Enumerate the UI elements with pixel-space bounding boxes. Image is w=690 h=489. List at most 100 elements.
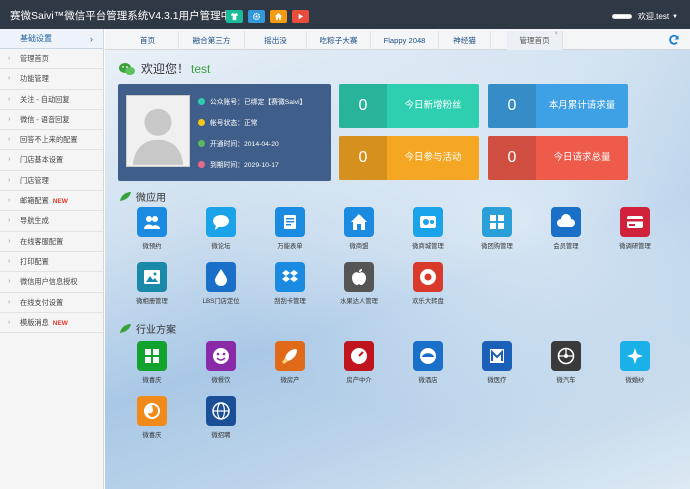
app-label: 微酒店 xyxy=(418,377,438,384)
tab-label: 神经猫 xyxy=(453,36,476,45)
theme-button[interactable] xyxy=(226,10,243,23)
avatar xyxy=(126,95,190,167)
settings-button[interactable] xyxy=(248,10,265,23)
sidebar-item[interactable]: › 邮箱配置 NEW xyxy=(0,191,103,212)
stat-label: 今日参与活动 xyxy=(404,152,462,163)
tab[interactable]: 摇出没 xyxy=(245,31,307,50)
app-label: 刮刮卡管理 xyxy=(274,298,306,305)
clock-icon xyxy=(198,160,205,168)
sidebar-item[interactable]: › 门店基本设置 xyxy=(0,150,103,171)
app-tile[interactable]: 欢乐大转盘 xyxy=(398,262,458,305)
welcome-prefix: 欢迎您！ xyxy=(141,62,190,76)
sidebar-item-label: 导航生成 xyxy=(20,216,49,226)
micro-apps-title: 微应用 xyxy=(136,193,166,204)
app-tile[interactable]: 万能表单 xyxy=(260,207,320,250)
tab[interactable]: 吃粽子大赛 xyxy=(307,31,371,50)
welcome-heading: 欢迎您！ test xyxy=(119,60,210,77)
sidebar-item[interactable]: › 打印配置 xyxy=(0,252,103,273)
app-label: 微招聘 xyxy=(211,432,231,439)
app-tile[interactable]: 微房产 xyxy=(260,341,320,384)
app-label: 微调研管理 xyxy=(619,243,651,250)
sidebar-item[interactable]: › 在线支付设置 xyxy=(0,293,103,313)
sidebar-item[interactable]: › 导航生成 xyxy=(0,211,103,232)
app-tile[interactable]: 刮刮卡管理 xyxy=(260,262,320,305)
smile-icon xyxy=(206,341,236,371)
play-icon xyxy=(298,13,304,20)
app-tile[interactable]: LBS门店定位 xyxy=(191,262,251,305)
sidebar-item[interactable]: › 关注 - 自动回复 xyxy=(0,90,103,110)
new-badge: NEW xyxy=(52,198,68,206)
tab-bar: 首页 融合第三方 摇出没 吃粽子大赛 Flappy 2048 神经猫 管理首页 × xyxy=(105,29,690,50)
chrome-icon xyxy=(413,262,443,292)
app-tile[interactable]: 微餐饮 xyxy=(191,341,251,384)
app-tile[interactable]: 微喜庆 xyxy=(122,341,182,384)
sidebar-item-label: 在线客服配置 xyxy=(20,236,64,246)
tab[interactable]: Flappy 2048 xyxy=(371,31,439,50)
tab[interactable]: 神经猫 xyxy=(439,31,491,50)
drop-icon xyxy=(206,262,236,292)
app-label: 微商城管理 xyxy=(412,243,444,250)
app-tile[interactable]: 微相册管理 xyxy=(122,262,182,305)
app-tile[interactable]: 微喜庆 xyxy=(122,396,182,439)
profile-account-text: 公众账号：已绑定【赛微Saivi】 xyxy=(210,99,307,106)
tab[interactable]: 融合第三方 xyxy=(179,31,245,50)
app-tile[interactable]: 会员管理 xyxy=(536,207,596,250)
refresh-icon[interactable] xyxy=(668,34,680,46)
app-tile[interactable]: 微预约 xyxy=(122,207,182,250)
top-bar: 赛微Saivi™微信平台管理系统V4.3.1用户管理中心 欢迎,test ▼ xyxy=(0,0,690,29)
check-icon xyxy=(198,139,205,147)
sidebar-item[interactable]: › 功能管理 xyxy=(0,69,103,90)
account-icon xyxy=(198,97,205,105)
app-tile[interactable]: 房产中介 xyxy=(329,341,389,384)
chevron-right-icon: › xyxy=(8,75,11,83)
chevron-right-icon: › xyxy=(8,318,11,326)
close-icon[interactable]: × xyxy=(554,25,558,44)
app-label: 微婚纱 xyxy=(625,377,645,384)
app-tile[interactable]: 微汽车 xyxy=(536,341,596,384)
app-tile[interactable]: 水果达人管理 xyxy=(329,262,389,305)
sidebar-list: › 管理首页 › 功能管理 › 关注 - 自动回复 › 微信 - 语音回复 › 回答不上来的配置 ›… xyxy=(0,49,103,334)
sidebar-item[interactable]: › 门店管理 xyxy=(0,171,103,192)
profile-opened-text: 开通时间：2014-04-20 xyxy=(210,141,279,148)
app-tile[interactable]: 微酒店 xyxy=(398,341,458,384)
wechat-icon xyxy=(119,62,135,75)
stat-tile: 0 本月累计请求量 xyxy=(488,84,628,128)
chevron-right-icon: › xyxy=(8,217,11,225)
tab-label: 吃粽子大赛 xyxy=(319,36,358,45)
app-tile[interactable]: 微团购管理 xyxy=(467,207,527,250)
tab[interactable]: 管理首页 × xyxy=(507,31,563,50)
app-label: 微预约 xyxy=(142,243,162,250)
app-tile[interactable]: 微商城管理 xyxy=(398,207,458,250)
stat-value: 0 xyxy=(488,84,536,128)
app-tile[interactable]: 微招聘 xyxy=(191,396,251,439)
tab-label: 摇出没 xyxy=(264,36,287,45)
leaf-icon xyxy=(120,324,131,333)
tab-label: 管理首页 xyxy=(519,36,550,45)
sidebar-item[interactable]: › 管理首页 xyxy=(0,49,103,70)
film-icon xyxy=(413,207,443,237)
micro-apps-heading: 微应用 xyxy=(119,189,166,204)
app-tile[interactable]: 微商盟 xyxy=(329,207,389,250)
user-menu[interactable]: 欢迎,test ▼ xyxy=(611,11,678,22)
app-tile[interactable]: 微调研管理 xyxy=(605,207,665,250)
tab[interactable]: 首页 xyxy=(117,31,179,50)
sidebar-header[interactable]: 基础设置 › xyxy=(0,29,103,49)
play-button[interactable] xyxy=(292,10,309,23)
sidebar-item-label: 打印配置 xyxy=(20,256,49,266)
home-button[interactable] xyxy=(270,10,287,23)
sidebar-item[interactable]: › 模版消息 NEW xyxy=(0,313,103,334)
sidebar-item[interactable]: › 在线客服配置 xyxy=(0,232,103,252)
app-tile[interactable]: 微医疗 xyxy=(467,341,527,384)
sidebar-item[interactable]: › 微信 - 语音回复 xyxy=(0,110,103,131)
gauge-icon xyxy=(344,341,374,371)
app-tile[interactable]: 微论坛 xyxy=(191,207,251,250)
app-label: 水果达人管理 xyxy=(340,298,378,305)
chevron-right-icon: › xyxy=(8,257,11,265)
app-tile[interactable]: 微婚纱 xyxy=(605,341,665,384)
app-label: 微团购管理 xyxy=(481,243,513,250)
user-toggle-icon xyxy=(611,14,632,19)
sidebar-item[interactable]: › 回答不上来的配置 xyxy=(0,130,103,151)
sidebar-item-label: 管理首页 xyxy=(20,54,49,63)
sidebar-item[interactable]: › 微信用户信息授权 xyxy=(0,272,103,293)
app-label: 微商盟 xyxy=(349,243,369,250)
